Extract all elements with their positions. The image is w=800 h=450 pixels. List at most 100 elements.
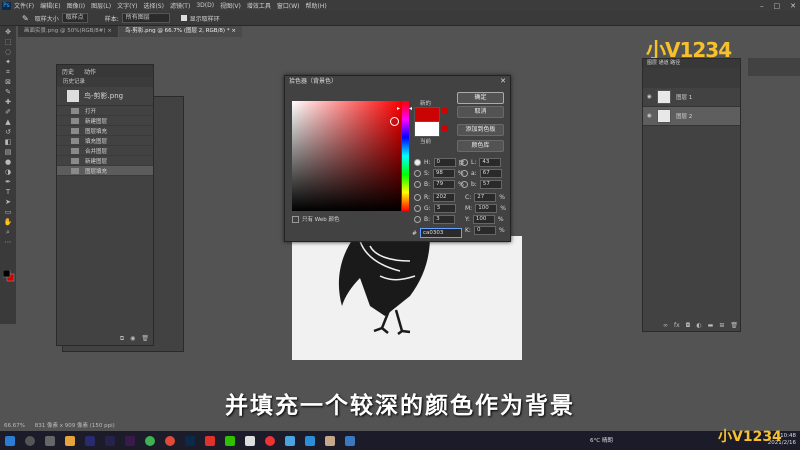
- b-radio[interactable]: [414, 181, 421, 188]
- trash-icon[interactable]: 🗑: [141, 335, 149, 343]
- app-red-icon[interactable]: [205, 435, 215, 446]
- close-icon[interactable]: ✕: [790, 2, 796, 10]
- menu-type[interactable]: 文字(Y): [117, 1, 137, 10]
- r-radio[interactable]: [414, 194, 421, 201]
- history-item[interactable]: 填充图层: [57, 136, 153, 146]
- ok-button[interactable]: 确定: [457, 92, 504, 104]
- c-input[interactable]: 27: [474, 193, 497, 202]
- color-field-marker[interactable]: [390, 117, 399, 126]
- menu-plugins[interactable]: 增效工具: [247, 1, 271, 10]
- tab-history[interactable]: 历史: [57, 67, 79, 76]
- menu-layer[interactable]: 图层(L): [91, 1, 111, 10]
- healing-tool-icon[interactable]: ✚: [4, 98, 13, 106]
- tab-paths[interactable]: 路径: [670, 60, 680, 66]
- close-icon[interactable]: ✕: [500, 76, 506, 87]
- history-item[interactable]: 合并图层: [57, 146, 153, 156]
- l-input[interactable]: 43: [479, 158, 502, 167]
- sampling-ring-checkbox[interactable]: [180, 15, 187, 21]
- sample-size-select[interactable]: 取样点: [61, 13, 88, 23]
- lab-b-input[interactable]: 57: [479, 180, 502, 189]
- add-to-swatches-button[interactable]: 添加到色板: [457, 124, 504, 136]
- link-icon[interactable]: ∞: [663, 322, 668, 329]
- b-input[interactable]: 79: [433, 180, 456, 189]
- tab-actions[interactable]: 动作: [79, 67, 101, 76]
- app-blue-icon[interactable]: [285, 435, 295, 446]
- history-snapshot[interactable]: 鸟-剪影.png: [57, 87, 153, 106]
- new-layer-icon[interactable]: ⊞: [719, 322, 724, 329]
- h-radio[interactable]: [414, 159, 421, 166]
- eye-icon[interactable]: ◉: [647, 94, 653, 100]
- a-input[interactable]: 67: [479, 169, 502, 178]
- history-item[interactable]: 图层填充: [57, 126, 153, 136]
- layer-row[interactable]: ◉ 图层 1: [643, 88, 740, 107]
- app-green-icon[interactable]: [145, 435, 155, 446]
- history-item[interactable]: 打开: [57, 106, 153, 116]
- move-tool-icon[interactable]: ✥: [4, 28, 13, 36]
- hue-slider[interactable]: [402, 101, 409, 211]
- media-encoder-icon[interactable]: [125, 435, 135, 446]
- premiere-icon[interactable]: [85, 435, 95, 446]
- photoshop-icon[interactable]: [185, 435, 195, 446]
- search-icon[interactable]: [25, 435, 35, 446]
- eye-icon[interactable]: ◉: [647, 113, 653, 119]
- stamp-tool-icon[interactable]: ▲: [4, 118, 13, 126]
- foreground-background-swatch[interactable]: [3, 270, 15, 282]
- zoom-tool-icon[interactable]: ⌕: [4, 228, 13, 236]
- history-item-selected[interactable]: 图层填充: [57, 166, 153, 176]
- blur-tool-icon[interactable]: ●: [4, 158, 13, 166]
- camera-icon[interactable]: ◉: [130, 335, 135, 343]
- path-select-tool-icon[interactable]: ➤: [4, 198, 13, 206]
- cancel-button[interactable]: 取消: [457, 106, 504, 118]
- m-input[interactable]: 100: [475, 204, 498, 213]
- hue-slider-arrow-left-icon[interactable]: ▸: [397, 105, 400, 112]
- crop-tool-icon[interactable]: ⌗: [4, 68, 13, 76]
- gradient-tool-icon[interactable]: ▤: [4, 148, 13, 156]
- folder-icon[interactable]: ▬: [708, 322, 714, 329]
- r-input[interactable]: 202: [433, 193, 456, 202]
- more-tools-icon[interactable]: ⋯: [4, 238, 13, 246]
- menu-select[interactable]: 选择(S): [143, 1, 164, 10]
- menu-3d[interactable]: 3D(D): [196, 2, 214, 9]
- app-image-icon[interactable]: [325, 435, 335, 446]
- adjustment-icon[interactable]: ◐: [696, 322, 701, 329]
- app-white-icon[interactable]: [245, 435, 255, 446]
- sample-select[interactable]: 所有图层: [121, 13, 170, 23]
- g-radio[interactable]: [414, 205, 421, 212]
- new-document-icon[interactable]: ⧉: [120, 335, 124, 343]
- shape-tool-icon[interactable]: ▭: [4, 208, 13, 216]
- app-blue3-icon[interactable]: [345, 435, 355, 446]
- wechat-icon[interactable]: [225, 435, 235, 446]
- history-item[interactable]: 新建图层: [57, 156, 153, 166]
- a-radio[interactable]: [461, 170, 468, 177]
- k-input[interactable]: 0: [473, 226, 496, 235]
- l-radio[interactable]: [461, 159, 468, 166]
- dodge-tool-icon[interactable]: ◑: [4, 168, 13, 176]
- g-input[interactable]: 3: [433, 204, 456, 213]
- brush-tool-icon[interactable]: ✐: [4, 108, 13, 116]
- eyedropper-tool-icon[interactable]: ✎: [4, 88, 13, 96]
- file-explorer-icon[interactable]: [65, 435, 75, 446]
- current-color-swatch[interactable]: [414, 121, 440, 137]
- marquee-tool-icon[interactable]: ⬚: [4, 38, 13, 46]
- maximize-icon[interactable]: □: [774, 2, 781, 10]
- minimize-icon[interactable]: –: [760, 2, 764, 10]
- zoom-level[interactable]: 66.67%: [4, 423, 25, 429]
- tab-document-2[interactable]: 鸟-剪影.png @ 66.7% (图层 2, RGB/8) * ×: [118, 26, 242, 37]
- menu-edit[interactable]: 编辑(E): [40, 1, 60, 10]
- menu-view[interactable]: 视图(V): [220, 1, 241, 10]
- menu-file[interactable]: 文件(F): [14, 1, 34, 10]
- tab-channels[interactable]: 通道: [659, 60, 669, 66]
- after-effects-icon[interactable]: [105, 435, 115, 446]
- history-brush-tool-icon[interactable]: ↺: [4, 128, 13, 136]
- lab-b-radio[interactable]: [461, 181, 468, 188]
- web-safe-cube-icon[interactable]: [442, 125, 448, 131]
- hue-slider-arrow-right-icon[interactable]: ◂: [409, 105, 412, 112]
- tab-document-1[interactable]: 画面实景.png @ 50%(RGB/8#) ×: [18, 26, 118, 37]
- h-input[interactable]: 0: [433, 158, 456, 167]
- color-field[interactable]: [292, 101, 401, 211]
- s-input[interactable]: 98: [432, 169, 455, 178]
- frame-tool-icon[interactable]: ⊠: [4, 78, 13, 86]
- s-radio[interactable]: [414, 170, 421, 177]
- hand-tool-icon[interactable]: ✋: [4, 218, 13, 226]
- fx-icon[interactable]: fx: [674, 322, 680, 329]
